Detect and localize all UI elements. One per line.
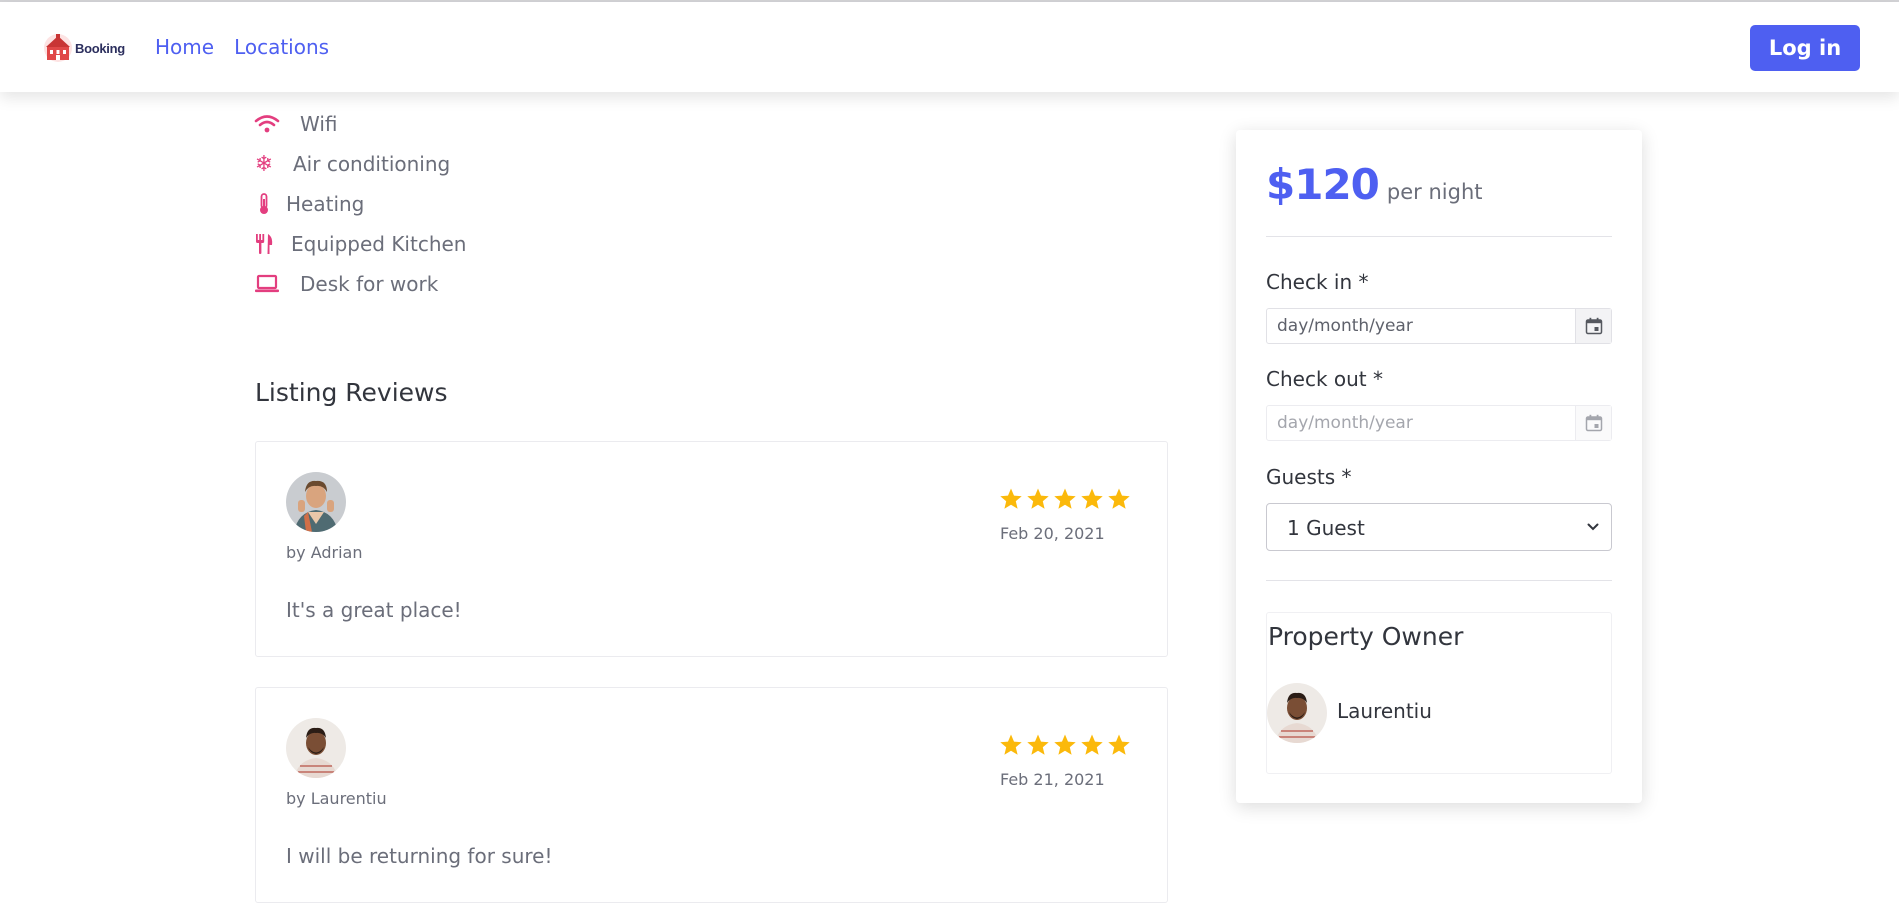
review-date: Feb 21, 2021 xyxy=(1000,770,1105,789)
amenity-label: Wifi xyxy=(300,112,338,136)
guests-label: Guests * xyxy=(1266,465,1352,489)
snowflake-icon: ❄ xyxy=(254,151,274,177)
star-icon xyxy=(1108,734,1130,755)
nav-locations-link[interactable]: Locations xyxy=(234,35,329,59)
star-icon xyxy=(1000,488,1022,509)
check-in-label: Check in * xyxy=(1266,270,1369,294)
amenity-kitchen: Equipped Kitchen xyxy=(250,230,466,258)
star-icon xyxy=(1027,734,1049,755)
calendar-icon[interactable] xyxy=(1575,406,1611,440)
utensils-icon xyxy=(250,230,278,258)
check-out-label: Check out * xyxy=(1266,367,1383,391)
calendar-icon[interactable] xyxy=(1575,309,1611,343)
divider xyxy=(1266,580,1612,581)
review-date: Feb 20, 2021 xyxy=(1000,524,1105,543)
avatar xyxy=(286,472,346,532)
date-placeholder: day/month/year xyxy=(1277,316,1413,336)
check-out-input[interactable]: day/month/year xyxy=(1266,405,1612,441)
brand-logo[interactable]: Booking xyxy=(42,30,125,66)
price-unit: per night xyxy=(1386,180,1483,204)
main-nav: Home Locations xyxy=(155,35,329,59)
logo-text: Booking xyxy=(75,40,125,56)
guests-select[interactable]: 1 Guest xyxy=(1266,503,1612,551)
booking-card: $120 per night Check in * day/month/year… xyxy=(1236,130,1642,803)
owner-title: Property Owner xyxy=(1268,622,1464,651)
nav-home-link[interactable]: Home xyxy=(155,35,214,59)
amenity-label: Desk for work xyxy=(300,272,439,296)
star-icon xyxy=(1054,488,1076,509)
amenity-wifi: Wifi xyxy=(253,110,338,138)
site-header: Booking Home Locations Log in xyxy=(0,2,1899,92)
login-button[interactable]: Log in xyxy=(1750,25,1860,71)
owner-avatar xyxy=(1267,683,1327,743)
review-author: by Adrian xyxy=(286,543,363,562)
review-text: I will be returning for sure! xyxy=(286,844,553,868)
price-display: $120 per night xyxy=(1266,160,1482,209)
amenity-label: Heating xyxy=(286,192,365,216)
review-card: by Laurentiu Feb 21, 2021 I will be retu… xyxy=(255,687,1168,903)
review-text: It's a great place! xyxy=(286,598,462,622)
amenity-air-conditioning: ❄ Air conditioning xyxy=(250,150,450,178)
star-rating xyxy=(999,487,1131,511)
review-card: by Adrian Feb 20, 2021 It's a great plac… xyxy=(255,441,1168,657)
star-icon xyxy=(1054,734,1076,755)
divider xyxy=(1266,236,1612,237)
guests-selected-value: 1 Guest xyxy=(1287,516,1365,540)
star-icon xyxy=(1081,734,1103,755)
reviews-title: Listing Reviews xyxy=(255,378,448,407)
chevron-down-icon xyxy=(1587,523,1599,531)
star-icon xyxy=(1081,488,1103,509)
avatar xyxy=(286,718,346,778)
building-logo-icon xyxy=(44,34,72,62)
wifi-icon xyxy=(253,110,281,138)
owner-name: Laurentiu xyxy=(1337,699,1432,723)
amenity-desk: Desk for work xyxy=(253,270,438,298)
amenity-label: Air conditioning xyxy=(293,152,451,176)
check-in-input[interactable]: day/month/year xyxy=(1266,308,1612,344)
star-icon xyxy=(1027,488,1049,509)
date-placeholder: day/month/year xyxy=(1277,413,1413,433)
review-author: by Laurentiu xyxy=(286,789,387,808)
star-icon xyxy=(1108,488,1130,509)
amenity-heating: Heating xyxy=(250,190,364,218)
laptop-icon xyxy=(253,270,281,298)
star-rating xyxy=(999,733,1131,757)
property-owner-box: Property Owner Laurentiu xyxy=(1266,612,1612,774)
thermometer-icon xyxy=(250,190,278,218)
star-icon xyxy=(1000,734,1022,755)
amenity-label: Equipped Kitchen xyxy=(291,232,467,256)
price-amount: $120 xyxy=(1266,160,1380,209)
